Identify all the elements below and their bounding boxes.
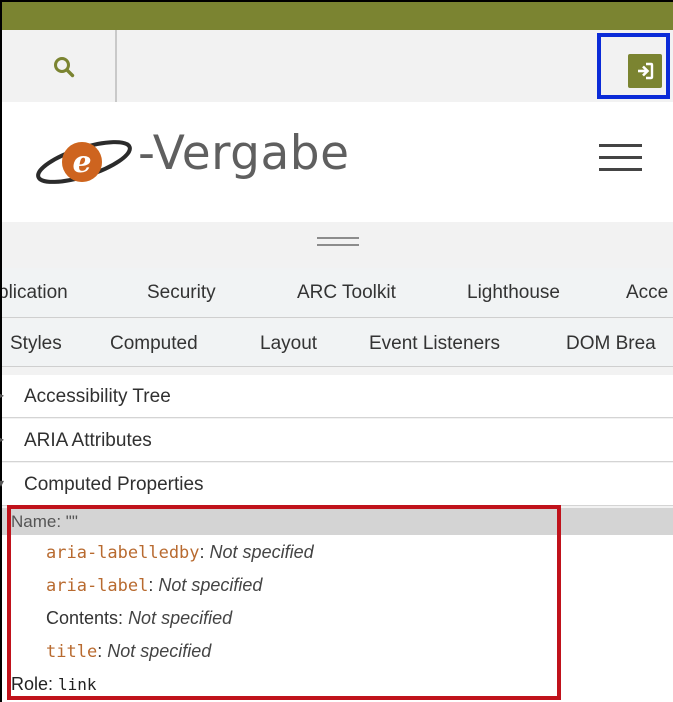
section-accessibility-tree[interactable]: ▸ Accessibility Tree — [0, 375, 673, 418]
svg-text:e: e — [72, 145, 91, 180]
tab-lighthouse[interactable]: Lighthouse — [467, 282, 560, 304]
section-computed-properties[interactable]: ▾ Computed Properties — [0, 463, 673, 506]
expand-arrow-icon: ▸ — [0, 432, 5, 446]
tab-styles[interactable]: Styles — [10, 333, 62, 355]
section-label: Computed Properties — [24, 474, 204, 495]
tab-accessibility[interactable]: Acce — [626, 282, 668, 304]
section-label: ARIA Attributes — [24, 430, 152, 451]
e-logo-icon: e — [36, 140, 132, 184]
tab-application[interactable]: plication — [2, 282, 68, 304]
properties-highlight-box — [7, 505, 561, 700]
sidebar-tab-bar: Styles Computed Layout Event Listeners D… — [2, 319, 673, 367]
logo[interactable]: e — [32, 132, 138, 196]
tab-arc-toolkit[interactable]: ARC Toolkit — [297, 282, 396, 304]
expand-arrow-icon: ▸ — [0, 388, 5, 402]
collapse-arrow-icon: ▾ — [0, 476, 5, 490]
login-highlight-box — [597, 33, 670, 99]
top-accent-bar — [2, 2, 673, 30]
header-toolbar — [2, 30, 673, 102]
sign-in-icon — [638, 62, 654, 80]
drag-handle[interactable] — [317, 237, 359, 251]
panel-tab-bar: plication Security ARC Toolkit Lighthous… — [2, 268, 673, 318]
login-button[interactable] — [628, 54, 662, 88]
tab-computed[interactable]: Computed — [110, 333, 198, 355]
logo-text: -Vergabe — [138, 126, 350, 181]
tab-layout[interactable]: Layout — [260, 333, 317, 355]
hamburger-icon[interactable] — [599, 144, 642, 172]
site-header: e -Vergabe — [2, 102, 673, 222]
tab-event-listeners[interactable]: Event Listeners — [369, 333, 500, 355]
tab-security[interactable]: Security — [147, 282, 216, 304]
tab-dom-breakpoints[interactable]: DOM Brea — [566, 333, 656, 355]
section-aria-attributes[interactable]: ▸ ARIA Attributes — [0, 419, 673, 462]
search-button[interactable] — [2, 30, 117, 102]
search-icon — [54, 57, 75, 78]
section-label: Accessibility Tree — [24, 386, 171, 407]
